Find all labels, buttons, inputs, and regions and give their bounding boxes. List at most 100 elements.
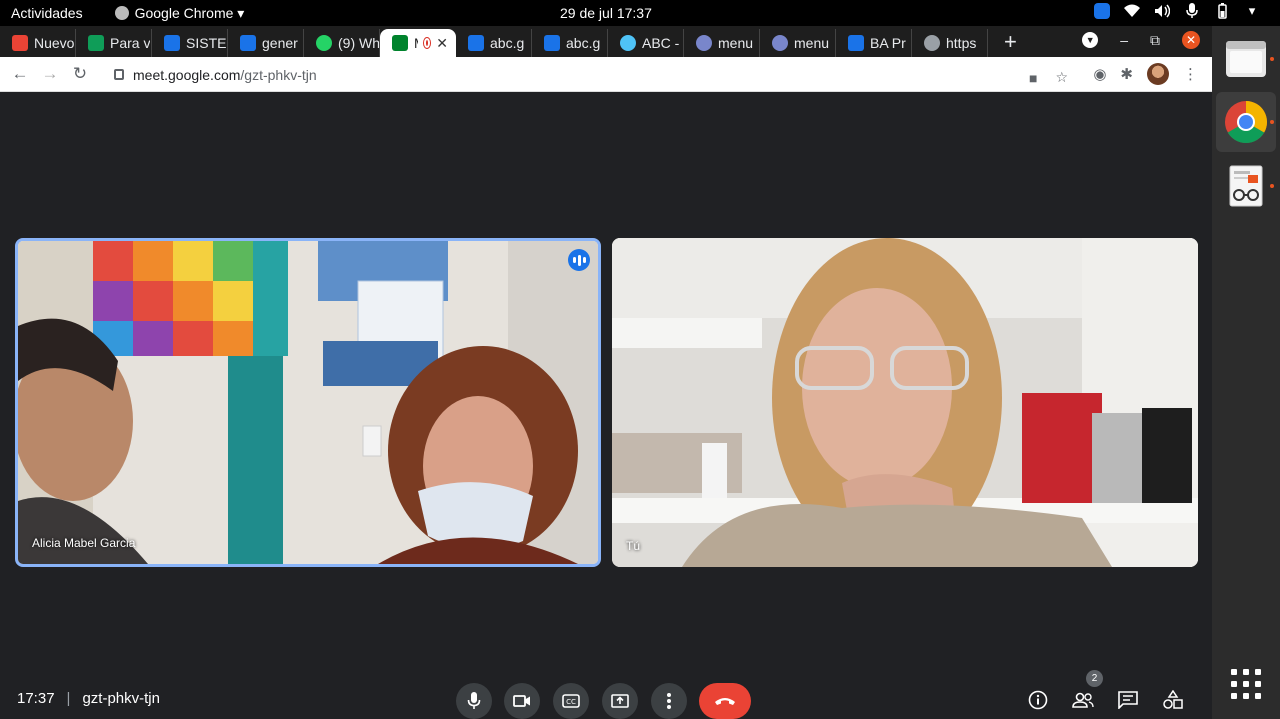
meet-stage: Alicia Mabel Garcia Tú 17:37 | gzt-phkv-… bbox=[0, 93, 1212, 719]
lock-icon[interactable] bbox=[114, 69, 124, 80]
forward-button[interactable]: → bbox=[35, 64, 65, 84]
tab[interactable]: SISTEM bbox=[152, 29, 228, 57]
info-icon bbox=[1028, 690, 1048, 710]
captions-button[interactable]: CC bbox=[553, 683, 589, 719]
tab-label: (9) Wh bbox=[338, 35, 379, 51]
volume-icon[interactable] bbox=[1154, 3, 1170, 19]
globe-icon bbox=[924, 35, 940, 51]
running-indicator bbox=[1270, 120, 1274, 124]
tab[interactable]: Nuevo bbox=[0, 29, 76, 57]
battery-icon[interactable] bbox=[1214, 3, 1230, 19]
tab[interactable]: menu bbox=[760, 29, 836, 57]
tab-favicon-icon bbox=[772, 35, 788, 51]
tab[interactable]: abc.g bbox=[456, 29, 532, 57]
restore-button[interactable]: ⧉ bbox=[1150, 32, 1160, 49]
speaking-indicator-icon bbox=[568, 249, 590, 271]
bookmark-star-icon[interactable]: ☆ bbox=[1055, 69, 1068, 86]
tab[interactable]: ABC - bbox=[608, 29, 684, 57]
omnibox-actions: ■ ☆ bbox=[1029, 69, 1068, 86]
system-top-bar: Actividades Google Chrome ▾ 29 de jul 17… bbox=[0, 0, 1280, 26]
tab[interactable]: gener bbox=[228, 29, 304, 57]
activities-panel-button[interactable] bbox=[1160, 687, 1186, 713]
system-menu-chevron-icon[interactable]: ▾ bbox=[1244, 3, 1260, 19]
participant-name: Alicia Mabel Garcia bbox=[32, 536, 136, 550]
call-end-icon bbox=[715, 698, 735, 705]
tab-label: abc.g bbox=[566, 35, 601, 51]
microphone-button[interactable] bbox=[456, 683, 492, 719]
tab-close-icon[interactable]: ✕ bbox=[436, 35, 448, 52]
show-applications-grid-icon[interactable] bbox=[1231, 669, 1261, 699]
more-options-button[interactable] bbox=[651, 683, 687, 719]
extension-area: ◉ ✱ ⋮ bbox=[1093, 63, 1198, 85]
app-menu-label: Google Chrome ▾ bbox=[134, 4, 245, 21]
whatsapp-icon bbox=[316, 35, 332, 51]
system-tray[interactable]: ▾ bbox=[1094, 3, 1260, 19]
participant-tile-self[interactable]: Tú bbox=[612, 238, 1198, 567]
chat-icon bbox=[1118, 691, 1138, 709]
tab-favicon-icon bbox=[544, 35, 560, 51]
meeting-controls-bar: 17:37 | gzt-phkv-tjn CC 2 bbox=[0, 670, 1212, 719]
url-text[interactable]: meet.google.com/gzt-phkv-tjn bbox=[133, 67, 317, 83]
tab-favicon-icon bbox=[12, 35, 28, 51]
wifi-icon[interactable] bbox=[1124, 3, 1140, 19]
tab[interactable]: menu bbox=[684, 29, 760, 57]
more-vert-icon bbox=[667, 693, 671, 709]
people-count-badge: 2 bbox=[1086, 670, 1103, 687]
tab-favicon-icon bbox=[164, 35, 180, 51]
tab-search-icon[interactable]: ▼ bbox=[1082, 32, 1099, 48]
participant-name: Tú bbox=[626, 539, 641, 553]
system-clock[interactable]: 29 de jul 17:37 bbox=[560, 5, 652, 21]
running-indicator bbox=[1270, 57, 1274, 61]
record-extension-icon[interactable]: ◉ bbox=[1093, 65, 1106, 83]
camera-in-use-icon[interactable]: ■ bbox=[1029, 70, 1037, 86]
meeting-time: 17:37 bbox=[17, 690, 55, 707]
tab-label: menu bbox=[718, 35, 754, 51]
document-viewer-icon bbox=[1229, 165, 1263, 207]
browser-window: Nuevo Para v SISTEM gener (9) Wh M ✕ abc… bbox=[0, 26, 1212, 719]
microphone-icon[interactable] bbox=[1184, 3, 1200, 19]
dock-chrome-app[interactable] bbox=[1216, 92, 1276, 152]
activities-button[interactable]: Actividades bbox=[11, 5, 83, 21]
address-bar[interactable]: meet.google.com/gzt-phkv-tjn ■ ☆ bbox=[102, 60, 1080, 89]
tab[interactable]: https bbox=[912, 29, 988, 57]
leave-call-button[interactable] bbox=[699, 683, 751, 719]
chrome-menu-icon[interactable]: ⋮ bbox=[1183, 65, 1198, 83]
participant-tile-remote[interactable]: Alicia Mabel Garcia bbox=[15, 238, 601, 567]
meeting-code[interactable]: gzt-phkv-tjn bbox=[82, 690, 160, 707]
teamviewer-icon[interactable] bbox=[1094, 3, 1110, 19]
browser-toolbar: ← → ↻ meet.google.com/gzt-phkv-tjn ■ ☆ ◉… bbox=[0, 57, 1212, 92]
tab-label: abc.g bbox=[490, 35, 525, 51]
people-icon bbox=[1072, 692, 1094, 708]
tab-active-meet[interactable]: M ✕ bbox=[380, 29, 456, 57]
tab[interactable]: (9) Wh bbox=[304, 29, 380, 57]
tab-label: M bbox=[414, 35, 418, 51]
tab-label: menu bbox=[794, 35, 830, 51]
meeting-details-button[interactable] bbox=[1025, 687, 1051, 713]
chat-button[interactable] bbox=[1115, 687, 1141, 713]
tab[interactable]: abc.g bbox=[532, 29, 608, 57]
camera-button[interactable] bbox=[504, 683, 540, 719]
url-host: meet.google.com bbox=[133, 66, 241, 83]
reload-button[interactable]: ↻ bbox=[65, 64, 95, 84]
profile-avatar[interactable] bbox=[1147, 63, 1169, 85]
url-path: /gzt-phkv-tjn bbox=[240, 66, 317, 83]
extensions-puzzle-icon[interactable]: ✱ bbox=[1120, 65, 1133, 83]
dock-files-app[interactable] bbox=[1216, 29, 1276, 89]
running-indicator bbox=[1270, 184, 1274, 188]
minimize-button[interactable]: – bbox=[1120, 32, 1128, 48]
people-button[interactable] bbox=[1070, 687, 1096, 713]
tab[interactable]: Para v bbox=[76, 29, 152, 57]
recording-indicator-icon bbox=[424, 38, 431, 48]
tab[interactable]: BA Pr bbox=[836, 29, 912, 57]
svg-text:CC: CC bbox=[566, 698, 576, 706]
new-tab-button[interactable]: + bbox=[1004, 29, 1017, 55]
close-window-button[interactable]: ✕ bbox=[1182, 31, 1200, 49]
tab-label: SISTEM bbox=[186, 35, 227, 51]
present-screen-button[interactable] bbox=[602, 683, 638, 719]
app-menu[interactable]: Google Chrome ▾ bbox=[114, 4, 245, 22]
tab-label: BA Pr bbox=[870, 35, 906, 51]
dock-document-viewer-app[interactable] bbox=[1216, 156, 1276, 216]
tab-favicon-icon bbox=[88, 35, 104, 51]
tab-label: Nuevo bbox=[34, 35, 75, 51]
back-button[interactable]: ← bbox=[5, 64, 35, 84]
